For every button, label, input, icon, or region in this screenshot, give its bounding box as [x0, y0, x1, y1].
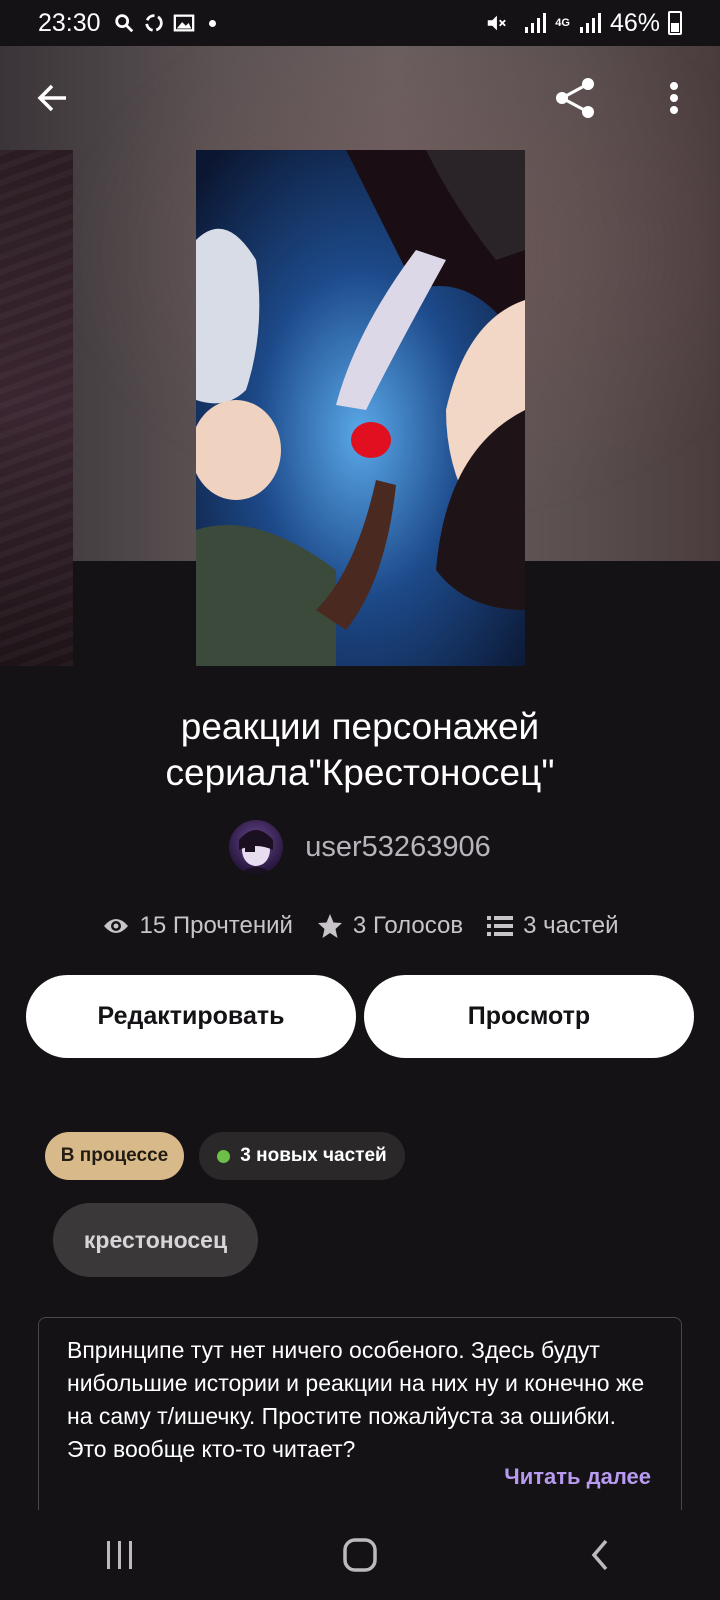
- network-type: 4G: [555, 17, 570, 29]
- more-vertical-icon: [670, 82, 678, 114]
- share-icon: [556, 78, 594, 118]
- share-button[interactable]: [548, 70, 604, 126]
- list-icon: [487, 916, 514, 936]
- recents-button[interactable]: [80, 1525, 160, 1585]
- previous-story-cover[interactable]: [0, 150, 73, 666]
- status-badge: В процессе: [45, 1132, 184, 1180]
- new-parts-badge: 3 новых частей: [199, 1132, 405, 1180]
- system-nav-bar: [0, 1510, 720, 1600]
- search-icon: [114, 14, 133, 33]
- new-parts-label: 3 новых частей: [240, 1145, 387, 1166]
- description-text: Впринципе тут нет ничего особеного. Здес…: [67, 1337, 645, 1462]
- notification-dot-icon: [208, 19, 216, 27]
- battery-icon: [668, 11, 682, 35]
- status-bar: 23:30 4G 46%: [0, 0, 720, 46]
- cover-artwork: [196, 150, 525, 666]
- nav-back-button[interactable]: [560, 1525, 640, 1585]
- home-button[interactable]: [320, 1525, 400, 1585]
- description-box[interactable]: Впринципе тут нет ничего особеного. Здес…: [38, 1317, 682, 1517]
- preview-button[interactable]: Просмотр: [364, 975, 694, 1058]
- signal-icon: [525, 13, 547, 33]
- gallery-icon: [173, 14, 194, 32]
- author-name: user53263906: [305, 830, 491, 863]
- reads-stat: 15 Прочтений: [102, 912, 293, 940]
- tag-chip[interactable]: крестоносец: [53, 1203, 258, 1277]
- eye-icon: [103, 919, 128, 933]
- read-more-link[interactable]: Читать далее: [504, 1464, 651, 1490]
- reads-count: 15 Прочтений: [139, 912, 293, 939]
- edit-button[interactable]: Редактировать: [26, 975, 356, 1058]
- parts-count: 3 частей: [523, 912, 619, 939]
- star-icon: [317, 914, 342, 938]
- arrow-left-icon: [37, 84, 66, 112]
- back-icon: [591, 1539, 608, 1571]
- votes-count: 3 Голосов: [352, 912, 464, 939]
- author-row[interactable]: user53263906: [0, 820, 720, 874]
- more-options-button[interactable]: [646, 70, 702, 126]
- avatar: [229, 820, 284, 874]
- signal-icon-2: [579, 13, 601, 33]
- story-title: реакции персонажей сериала"Крестоносец": [165, 706, 555, 793]
- mute-icon: [488, 15, 507, 31]
- votes-stat: 3 Голосов: [317, 912, 463, 940]
- new-indicator-dot-icon: [217, 1149, 231, 1163]
- sync-icon: [144, 14, 163, 32]
- story-cover: [196, 150, 525, 666]
- recents-icon: [107, 1541, 132, 1569]
- back-button[interactable]: [24, 70, 80, 126]
- battery-percent: 46%: [609, 8, 660, 37]
- home-icon: [343, 1538, 377, 1572]
- status-time: 23:30: [38, 8, 101, 37]
- parts-stat: 3 частей: [487, 912, 618, 940]
- story-stats: 15 Прочтений 3 Голосов 3 частей: [0, 912, 720, 940]
